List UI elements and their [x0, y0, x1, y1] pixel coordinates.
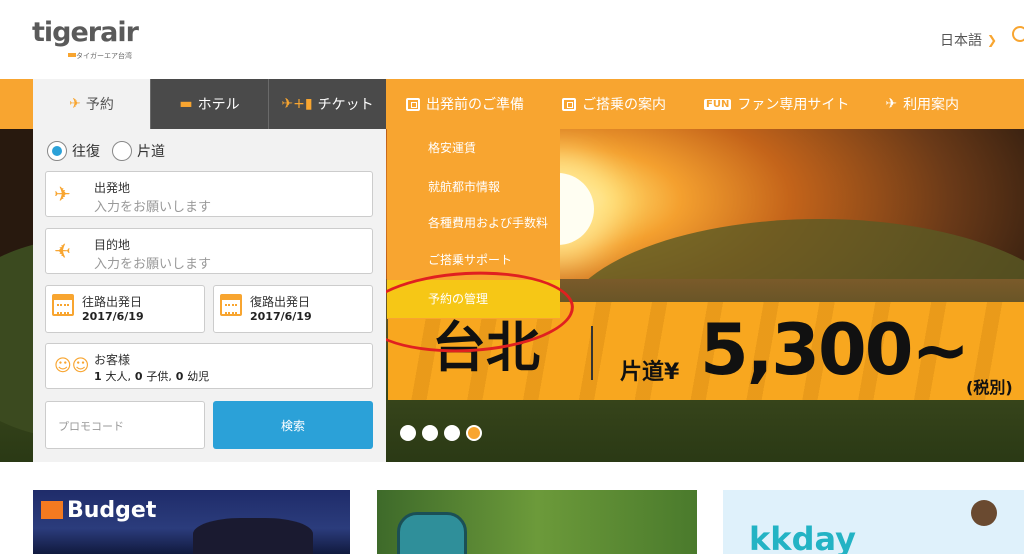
- tab-ticket[interactable]: ✈+▮ チケット: [268, 79, 386, 129]
- nav-item-label: 利用案内: [903, 97, 960, 113]
- destination-field[interactable]: ✈ 目的地 入力をお願いします: [45, 228, 373, 274]
- promo-code-input[interactable]: プロモコード: [45, 401, 205, 449]
- hiker-image: [971, 500, 997, 526]
- adult-label: 大人,: [105, 370, 132, 383]
- passengers-icon: ☺☺: [54, 356, 90, 376]
- one-way-label: 片道: [137, 144, 165, 160]
- landing-icon: ✈: [54, 239, 71, 263]
- return-date-field[interactable]: 復路出発日 2017/6/19: [213, 285, 373, 333]
- destination-label: 目的地: [94, 238, 131, 252]
- logo-stripe: [68, 53, 76, 57]
- monitor-icon: [406, 97, 420, 111]
- nav-item-label: ご搭乗の案内: [582, 97, 666, 113]
- promo-price: 5,300~: [700, 309, 970, 391]
- info-icon: [562, 97, 576, 111]
- promo-fare-label: 片道¥: [620, 360, 680, 385]
- budget-flag-icon: [41, 501, 63, 519]
- destination-placeholder: 入力をお願いします: [94, 257, 212, 272]
- return-date-value: 2017/6/19: [250, 310, 312, 323]
- budget-card[interactable]: Budget: [33, 490, 350, 554]
- nav-item-label: 出発前のご準備: [426, 97, 524, 113]
- child-label: 子供,: [146, 370, 172, 383]
- tab-label: チケット: [317, 97, 374, 113]
- nav-item-guide[interactable]: ✈ 利用案内: [885, 94, 959, 114]
- tigerair-logo[interactable]: tigerair タイガーエア台湾: [32, 18, 144, 64]
- chevron-down-icon: ❯: [987, 33, 998, 47]
- carousel-indicators: [400, 425, 482, 441]
- origin-placeholder: 入力をお願いします: [94, 200, 212, 215]
- carousel-dot[interactable]: [422, 425, 438, 441]
- nav-item-boarding[interactable]: ご搭乗の案内: [562, 94, 666, 114]
- passenger-summary: 1 大人, 0 子供, 0 幼児: [94, 368, 209, 384]
- origin-field[interactable]: ✈ 出発地 入力をお願いします: [45, 171, 373, 217]
- tab-booking[interactable]: ✈ 予約: [33, 79, 150, 129]
- calendar-icon: [220, 294, 242, 316]
- fun-badge-icon: FUN: [704, 98, 732, 110]
- language-label: 日本語: [940, 33, 982, 49]
- nav-item-fan-site[interactable]: FUN ファン専用サイト: [704, 94, 849, 114]
- infant-label: 幼児: [187, 370, 210, 383]
- departure-date-label: 往路出発日: [82, 295, 143, 309]
- ticket-icon: ✈+▮: [281, 96, 313, 112]
- airplane-icon: ✈: [885, 96, 898, 112]
- nav-item-label: ファン専用サイト: [737, 97, 850, 113]
- rail-card[interactable]: [377, 490, 697, 554]
- carousel-dot[interactable]: [444, 425, 460, 441]
- carousel-dot-active[interactable]: [466, 425, 482, 441]
- promo-divider: [591, 326, 593, 380]
- dropdown-item-destinations[interactable]: 就航都市情報: [428, 178, 500, 195]
- booking-panel: ✈ 予約 ▬ ホテル ✈+▮ チケット 往復 片道 ✈ 出発地 入力をお願いしま…: [33, 79, 386, 462]
- one-way-radio[interactable]: [112, 141, 132, 161]
- train-image: [397, 512, 467, 554]
- promo-tax-note: (税別): [966, 378, 1013, 397]
- adult-count: 1: [94, 370, 102, 383]
- dropdown-item-fares[interactable]: 格安運賃: [428, 139, 476, 156]
- infant-count: 0: [175, 370, 184, 383]
- main-nav: 出発前のご準備 ご搭乗の案内 FUN ファン専用サイト ✈ 利用案内: [386, 79, 1024, 129]
- temple-image: [193, 518, 313, 554]
- carousel-dot[interactable]: [400, 425, 416, 441]
- booking-tabs: ✈ 予約 ▬ ホテル ✈+▮ チケット: [33, 79, 386, 129]
- trip-type-selector: 往復 片道: [47, 141, 177, 161]
- tab-label: ホテル: [197, 97, 240, 113]
- tab-hotel[interactable]: ▬ ホテル: [150, 79, 268, 129]
- dropdown-item-support[interactable]: ご搭乗サポート: [428, 251, 512, 268]
- takeoff-icon: ✈: [54, 182, 71, 206]
- departure-date-field[interactable]: 往路出発日 2017/6/19: [45, 285, 205, 333]
- calendar-icon: [52, 294, 74, 316]
- promo-code-placeholder: プロモコード: [58, 420, 124, 433]
- dropdown-item-fees[interactable]: 各種費用および手数料: [428, 214, 548, 231]
- site-header: tigerair タイガーエア台湾 日本語 ❯: [0, 0, 1024, 79]
- logo-wordmark: tigerair: [32, 17, 139, 48]
- departure-date-value: 2017/6/19: [82, 310, 144, 323]
- logo-subtitle: タイガーエア台湾: [76, 52, 132, 60]
- passenger-field[interactable]: ☺☺ お客様 1 大人, 0 子供, 0 幼児: [45, 343, 373, 389]
- round-trip-radio[interactable]: [47, 141, 67, 161]
- return-date-label: 復路出発日: [250, 295, 311, 309]
- airplane-icon: ✈: [69, 96, 81, 112]
- kkday-card[interactable]: kkday: [723, 490, 1024, 554]
- origin-label: 出発地: [94, 181, 131, 195]
- search-icon[interactable]: [1012, 26, 1024, 42]
- tab-label: 予約: [85, 97, 114, 113]
- search-button[interactable]: 検索: [213, 401, 373, 449]
- budget-label: Budget: [67, 498, 157, 523]
- budget-logo: Budget: [41, 498, 156, 523]
- passenger-label: お客様: [94, 353, 131, 367]
- round-trip-label: 往復: [72, 144, 100, 160]
- nav-item-preparation[interactable]: 出発前のご準備: [406, 94, 524, 114]
- bed-icon: ▬: [179, 96, 193, 112]
- child-count: 0: [134, 370, 143, 383]
- language-selector[interactable]: 日本語 ❯: [940, 30, 997, 50]
- kkday-logo: kkday: [749, 520, 856, 554]
